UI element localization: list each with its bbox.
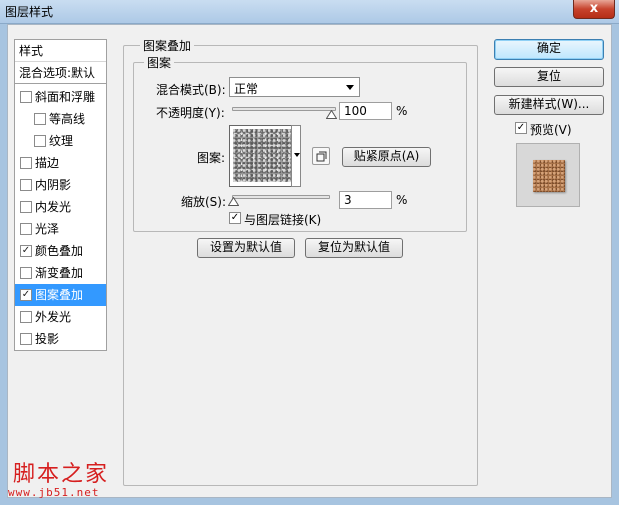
chevron-down-icon <box>346 85 354 90</box>
checkbox[interactable] <box>20 333 32 345</box>
checkbox[interactable] <box>34 113 46 125</box>
style-preview <box>516 143 580 207</box>
style-list: 样式 混合选项:默认 斜面和浮雕 等高线 纹理 描边 内阴影 内发光 光泽 ✓ … <box>14 39 107 351</box>
slider-thumb-icon <box>228 197 239 206</box>
title-bar: 图层样式 x <box>0 0 619 24</box>
checkbox[interactable] <box>20 179 32 191</box>
preview-swatch <box>533 160 565 192</box>
watermark-url: www.jb51.net <box>8 486 100 499</box>
style-list-item-pattern-overlay[interactable]: ✓ 图案叠加 <box>15 284 106 306</box>
style-list-item-satin[interactable]: 光泽 <box>15 218 106 240</box>
reset-to-default-button[interactable]: 复位为默认值 <box>305 238 403 258</box>
preview-checkbox[interactable]: ✓ <box>515 122 527 134</box>
preview-label: 预览(V) <box>530 123 572 137</box>
set-as-default-button[interactable]: 设置为默认值 <box>197 238 295 258</box>
close-button[interactable]: x <box>573 0 615 19</box>
checkbox[interactable] <box>20 201 32 213</box>
opacity-input[interactable]: 100 <box>339 102 392 120</box>
pattern-swatch <box>233 129 292 182</box>
link-with-layer-label: 与图层链接(K) <box>244 213 322 227</box>
checkbox[interactable] <box>20 157 32 169</box>
blend-mode-label: 混合模式(B): <box>156 83 226 97</box>
opacity-slider[interactable] <box>232 107 336 111</box>
reset-button[interactable]: 复位 <box>494 67 604 87</box>
scale-unit: % <box>396 193 408 207</box>
style-list-item-gradient-overlay[interactable]: 渐变叠加 <box>15 262 106 284</box>
checkbox[interactable] <box>20 267 32 279</box>
pattern-label: 图案: <box>197 151 226 165</box>
snap-to-origin-button[interactable]: 贴紧原点(A) <box>342 147 431 167</box>
opacity-slider-thumb[interactable] <box>326 110 337 119</box>
checkbox[interactable] <box>20 223 32 235</box>
slider-thumb-icon <box>326 110 337 119</box>
style-list-item-contour[interactable]: 等高线 <box>15 108 106 130</box>
style-list-item-inner-glow[interactable]: 内发光 <box>15 196 106 218</box>
pattern-picker[interactable] <box>229 125 296 187</box>
new-style-button[interactable]: 新建样式(W)... <box>494 95 604 115</box>
style-list-item-texture[interactable]: 纹理 <box>15 130 106 152</box>
checkbox[interactable] <box>34 135 46 147</box>
new-preset-button[interactable] <box>312 147 330 165</box>
style-list-item-outer-glow[interactable]: 外发光 <box>15 306 106 328</box>
blend-mode-select[interactable]: 正常 <box>229 77 360 97</box>
checkbox[interactable] <box>20 311 32 323</box>
style-list-header-styles[interactable]: 样式 <box>15 40 106 62</box>
style-list-item-inner-shadow[interactable]: 内阴影 <box>15 174 106 196</box>
dialog-client-area: 样式 混合选项:默认 斜面和浮雕 等高线 纹理 描边 内阴影 内发光 光泽 ✓ … <box>7 24 612 498</box>
new-preset-icon <box>316 151 327 162</box>
checkbox[interactable] <box>20 91 32 103</box>
window-title: 图层样式 <box>5 5 54 19</box>
link-with-layer-checkbox[interactable]: ✓ <box>229 212 241 224</box>
pattern-dropdown-button[interactable] <box>291 125 301 187</box>
checkbox-checked[interactable]: ✓ <box>20 289 32 301</box>
watermark-text: 脚本之家 <box>13 462 110 487</box>
scale-slider[interactable] <box>232 195 330 199</box>
style-list-item-drop-shadow[interactable]: 投影 <box>15 328 106 350</box>
ok-button[interactable]: 确定 <box>494 39 604 60</box>
pattern-subgroup-title: 图案 <box>144 54 175 71</box>
scale-slider-thumb[interactable] <box>228 197 239 206</box>
blend-mode-value: 正常 <box>234 82 259 96</box>
style-list-item-stroke[interactable]: 描边 <box>15 152 106 174</box>
scale-label: 缩放(S): <box>181 195 227 209</box>
style-list-item-color-overlay[interactable]: ✓ 颜色叠加 <box>15 240 106 262</box>
opacity-label: 不透明度(Y): <box>156 106 225 120</box>
checkbox-checked[interactable]: ✓ <box>20 245 32 257</box>
style-list-item-bevel-emboss[interactable]: 斜面和浮雕 <box>15 86 106 108</box>
opacity-unit: % <box>396 104 408 118</box>
scale-input[interactable]: 3 <box>339 191 392 209</box>
pattern-overlay-group-title: 图案叠加 <box>140 37 195 54</box>
style-list-blending-options[interactable]: 混合选项:默认 <box>15 62 106 84</box>
